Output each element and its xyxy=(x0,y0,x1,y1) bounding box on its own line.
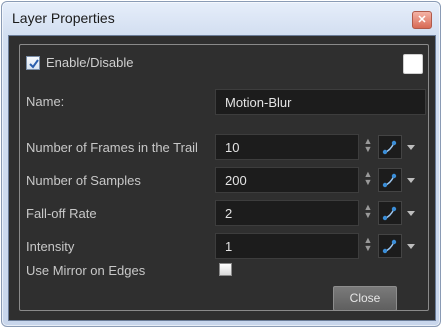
function-curve-button[interactable] xyxy=(378,234,402,258)
spinner-icon[interactable]: ▲ ▼ xyxy=(363,236,373,256)
layer-properties-window: Layer Properties ✕ xyxy=(1,1,441,327)
function-curve-button[interactable] xyxy=(378,201,402,225)
close-button[interactable]: Close xyxy=(333,286,397,311)
chevron-down-icon[interactable] xyxy=(407,178,415,183)
frames-in-trail-label: Number of Frames in the Trail xyxy=(26,140,198,155)
spinner-icon[interactable]: ▲ ▼ xyxy=(363,170,373,190)
function-curve-icon xyxy=(382,173,397,188)
color-swatch[interactable] xyxy=(403,54,423,74)
title-bar[interactable]: Layer Properties ✕ xyxy=(2,2,440,35)
intensity-label: Intensity xyxy=(26,239,75,254)
frames-in-trail-field[interactable]: 10 xyxy=(215,134,359,160)
enable-checkbox[interactable] xyxy=(26,56,40,70)
close-icon[interactable]: ✕ xyxy=(412,11,432,29)
function-curve-icon xyxy=(382,140,397,155)
checkmark-icon xyxy=(29,59,39,69)
falloff-rate-label: Fall-off Rate xyxy=(26,206,97,221)
function-curve-button[interactable] xyxy=(378,168,402,192)
samples-label: Number of Samples xyxy=(26,173,141,188)
samples-field[interactable]: 200 xyxy=(215,167,359,193)
name-label: Name: xyxy=(26,94,65,109)
mirror-edges-checkbox[interactable] xyxy=(219,263,232,276)
function-curve-icon xyxy=(382,206,397,221)
name-field[interactable]: Motion-Blur xyxy=(215,89,426,115)
chevron-down-icon[interactable] xyxy=(407,244,415,249)
falloff-rate-field[interactable]: 2 xyxy=(215,200,359,226)
window-title: Layer Properties xyxy=(12,10,115,26)
function-curve-icon xyxy=(382,239,397,254)
function-curve-button[interactable] xyxy=(378,135,402,159)
mirror-edges-label: Use Mirror on Edges xyxy=(26,263,146,278)
spinner-icon[interactable]: ▲ ▼ xyxy=(363,137,373,157)
chevron-down-icon[interactable] xyxy=(407,145,415,150)
intensity-field[interactable]: 1 xyxy=(215,233,359,259)
enable-label: Enable/Disable xyxy=(46,55,134,70)
spinner-icon[interactable]: ▲ ▼ xyxy=(363,203,373,223)
chevron-down-icon[interactable] xyxy=(407,211,415,216)
